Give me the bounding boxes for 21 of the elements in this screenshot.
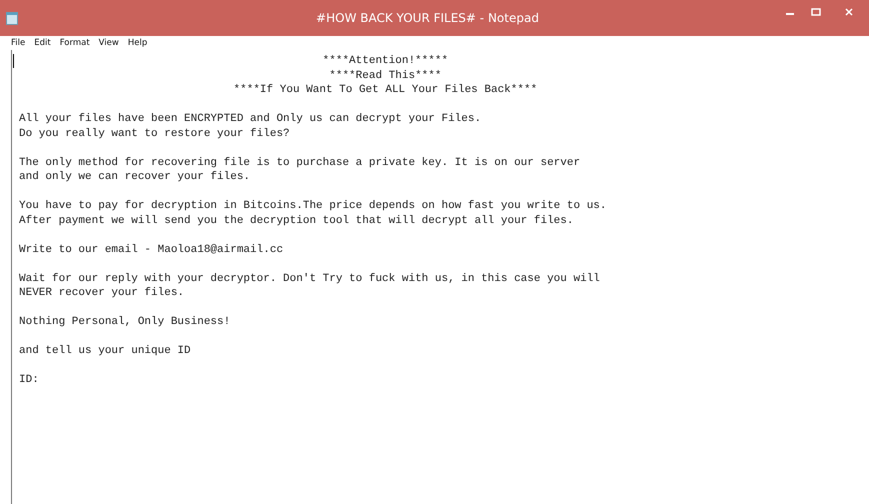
- paragraph: Write to our email - Maoloa18@airmail.cc: [19, 242, 284, 257]
- notepad-icon: [6, 12, 18, 24]
- heading-line: ****Read This****: [328, 68, 442, 83]
- close-icon: [845, 8, 853, 16]
- menu-item[interactable]: View: [98, 37, 119, 49]
- heading-line: ****Attention!*****: [322, 54, 450, 68]
- maximize-icon: [811, 8, 821, 16]
- paragraph: You have to pay for decryption in Bitcoins.The price depends on how fast you write to us. After payment we will send you the decryption tool that will decrypt all your files.: [19, 199, 608, 228]
- paragraph: and tell us your unique ID: [19, 344, 192, 358]
- menu-item[interactable]: Help: [128, 37, 148, 49]
- paragraph: The only method for recovering file is to purchase a private key. It is on our server and only we can recover your files.: [19, 156, 582, 184]
- menu-item[interactable]: Edit: [34, 37, 51, 49]
- text-cursor: [13, 54, 14, 68]
- menu-item[interactable]: File: [11, 37, 26, 49]
- paragraph: Nothing Personal, Only Business!: [19, 315, 232, 330]
- heading-line: ****If You Want To Get ALL Your Files Back****: [232, 83, 538, 98]
- window-title: #HOW BACK YOUR FILES# - Notepad: [315, 10, 540, 27]
- menu-item[interactable]: Format: [60, 37, 90, 49]
- paragraph: All your files have been ENCRYPTED and Only us can decrypt your Files. Do you really want to restore your files?: [19, 112, 482, 141]
- paragraph: ID:: [19, 373, 40, 388]
- paragraph: Wait for our reply with your decryptor. Don't Try to fuck with us, in this case you will NEVER recover your files.: [19, 272, 601, 300]
